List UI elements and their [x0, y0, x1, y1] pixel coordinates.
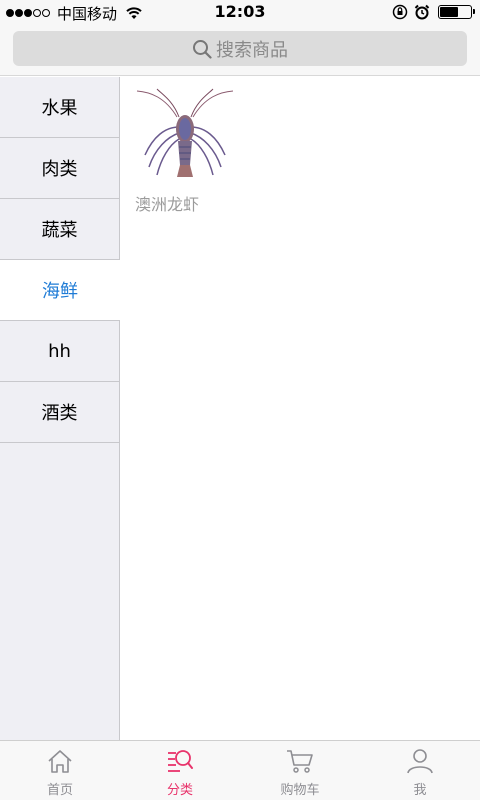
orientation-lock-icon [392, 4, 408, 20]
search-header: 搜索商品 [0, 26, 480, 76]
search-icon [193, 39, 212, 59]
tab-label: 分类 [166, 783, 193, 798]
category-item-vegetables[interactable]: 蔬菜 [0, 199, 119, 260]
category-item-hh[interactable]: hh [0, 321, 119, 382]
category-item-liquor[interactable]: 酒类 [0, 382, 119, 443]
alarm-icon [414, 4, 430, 20]
product-grid: 澳洲龙虾 [121, 77, 480, 740]
search-input[interactable]: 搜索商品 [13, 31, 467, 66]
product-name: 澳洲龙虾 [135, 195, 200, 214]
status-right [386, 4, 475, 20]
tab-cart[interactable]: 购物车 [240, 741, 360, 800]
status-bar: 中国移动 12:03 [0, 0, 480, 26]
tab-label: 首页 [46, 783, 73, 798]
tab-label: 购物车 [280, 783, 320, 798]
cart-icon [287, 750, 313, 773]
product-card[interactable]: 澳洲龙虾 [135, 87, 235, 215]
category-sidebar: 水果 肉类 蔬菜 海鲜 hh 酒类 [0, 77, 120, 740]
user-icon [407, 749, 433, 774]
tab-bar: 首页 分类 购物车 我 [0, 740, 480, 800]
home-icon [48, 750, 72, 773]
lobster-image [135, 87, 235, 183]
tab-me[interactable]: 我 [360, 741, 480, 800]
category-item-seafood[interactable]: 海鲜 [0, 260, 120, 321]
battery-fill [440, 7, 458, 17]
tab-category[interactable]: 分类 [120, 741, 240, 800]
category-item-fruit[interactable]: 水果 [0, 77, 119, 138]
tab-label: 我 [413, 783, 427, 798]
tab-home[interactable]: 首页 [0, 741, 120, 800]
category-icon [168, 750, 193, 772]
search-placeholder: 搜索商品 [216, 39, 288, 61]
category-item-meat[interactable]: 肉类 [0, 138, 119, 199]
battery-icon [438, 5, 475, 19]
